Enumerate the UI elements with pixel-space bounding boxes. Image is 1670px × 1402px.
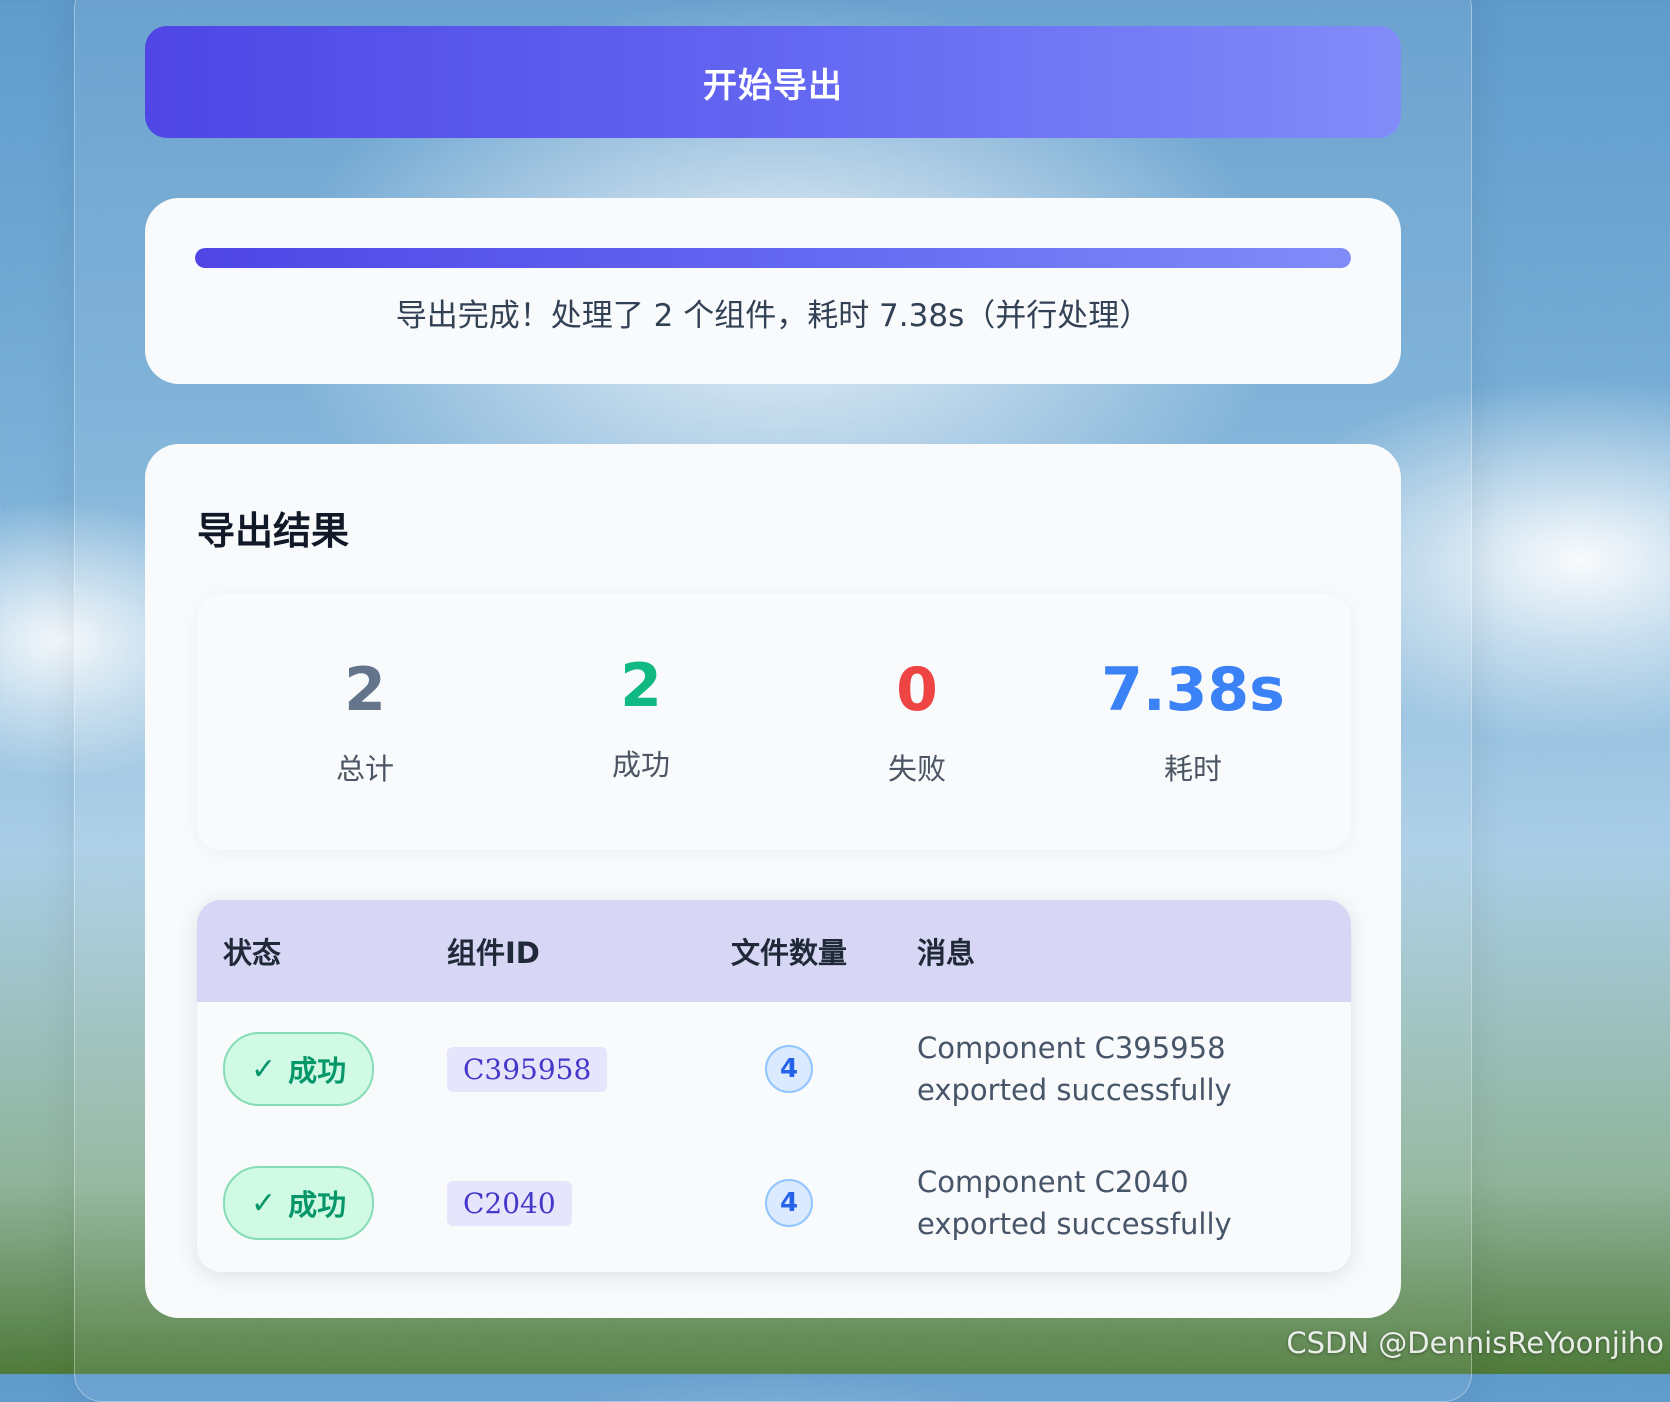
stat-total: 2 总计 [227, 660, 503, 788]
header-message: 消息 [917, 936, 976, 970]
message-line: Component C2040 [917, 1164, 1189, 1199]
table-row: ✓ 成功 C2040 4 Component C2040 exported su… [197, 1136, 1351, 1270]
status-text: 成功 [288, 1188, 347, 1222]
message-cell: Component C395958 exported successfully [891, 1002, 1351, 1136]
message-line: exported successfully [917, 1073, 1232, 1107]
file-count-badge: 4 [765, 1179, 813, 1227]
check-icon: ✓ [251, 1185, 277, 1221]
stat-success-value: 2 [620, 651, 662, 721]
message-line: Component C395958 [917, 1030, 1226, 1065]
stat-time: 7.38s 耗时 [1055, 660, 1331, 788]
progress-card: 导出完成！处理了 2 个组件，耗时 7.38s（并行处理） [145, 198, 1401, 384]
check-icon: ✓ [251, 1051, 277, 1087]
stat-success-label: 成功 [611, 748, 670, 782]
stat-time-value: 7.38s [1101, 655, 1285, 725]
stat-failed-label: 失败 [887, 752, 946, 786]
stat-failed-value: 0 [896, 655, 938, 725]
table-header-row: 状态 组件ID 文件数量 消息 [197, 900, 1351, 1002]
results-card: 导出结果 2 总计 2 成功 0 失败 7.38s 耗时 状态 组件ID 文件数… [145, 444, 1401, 1318]
watermark: CSDN @DennisReYoonjiho [1286, 1326, 1664, 1360]
header-component-id: 组件ID [447, 936, 540, 970]
progress-status-text: 导出完成！处理了 2 个组件，耗时 7.38s（并行处理） [395, 298, 1151, 334]
start-export-button[interactable]: 开始导出 [145, 26, 1401, 138]
component-id: C2040 [447, 1180, 572, 1226]
status-text: 成功 [288, 1054, 347, 1088]
status-badge: ✓ 成功 [223, 1166, 375, 1240]
stat-total-value: 2 [344, 655, 386, 725]
results-table: 状态 组件ID 文件数量 消息 ✓ 成功 C395958 4 Component… [197, 900, 1351, 1272]
header-file-count: 文件数量 [730, 936, 847, 970]
stat-time-label: 耗时 [1163, 752, 1222, 786]
component-id: C395958 [447, 1046, 608, 1092]
progress-bar-fill [195, 248, 1351, 268]
message-cell: Component C2040 exported successfully [891, 1136, 1351, 1270]
file-count-badge: 4 [765, 1045, 813, 1093]
stat-total-label: 总计 [335, 752, 394, 786]
table-row: ✓ 成功 C395958 4 Component C395958 exporte… [197, 1002, 1351, 1136]
message-line: exported successfully [917, 1207, 1232, 1241]
status-badge: ✓ 成功 [223, 1032, 375, 1106]
results-title: 导出结果 [197, 509, 350, 553]
stat-failed: 0 失败 [779, 660, 1055, 788]
header-status: 状态 [223, 936, 282, 970]
stats-summary: 2 总计 2 成功 0 失败 7.38s 耗时 [197, 594, 1351, 850]
stat-success: 2 成功 [503, 656, 779, 784]
progress-bar [195, 248, 1351, 268]
